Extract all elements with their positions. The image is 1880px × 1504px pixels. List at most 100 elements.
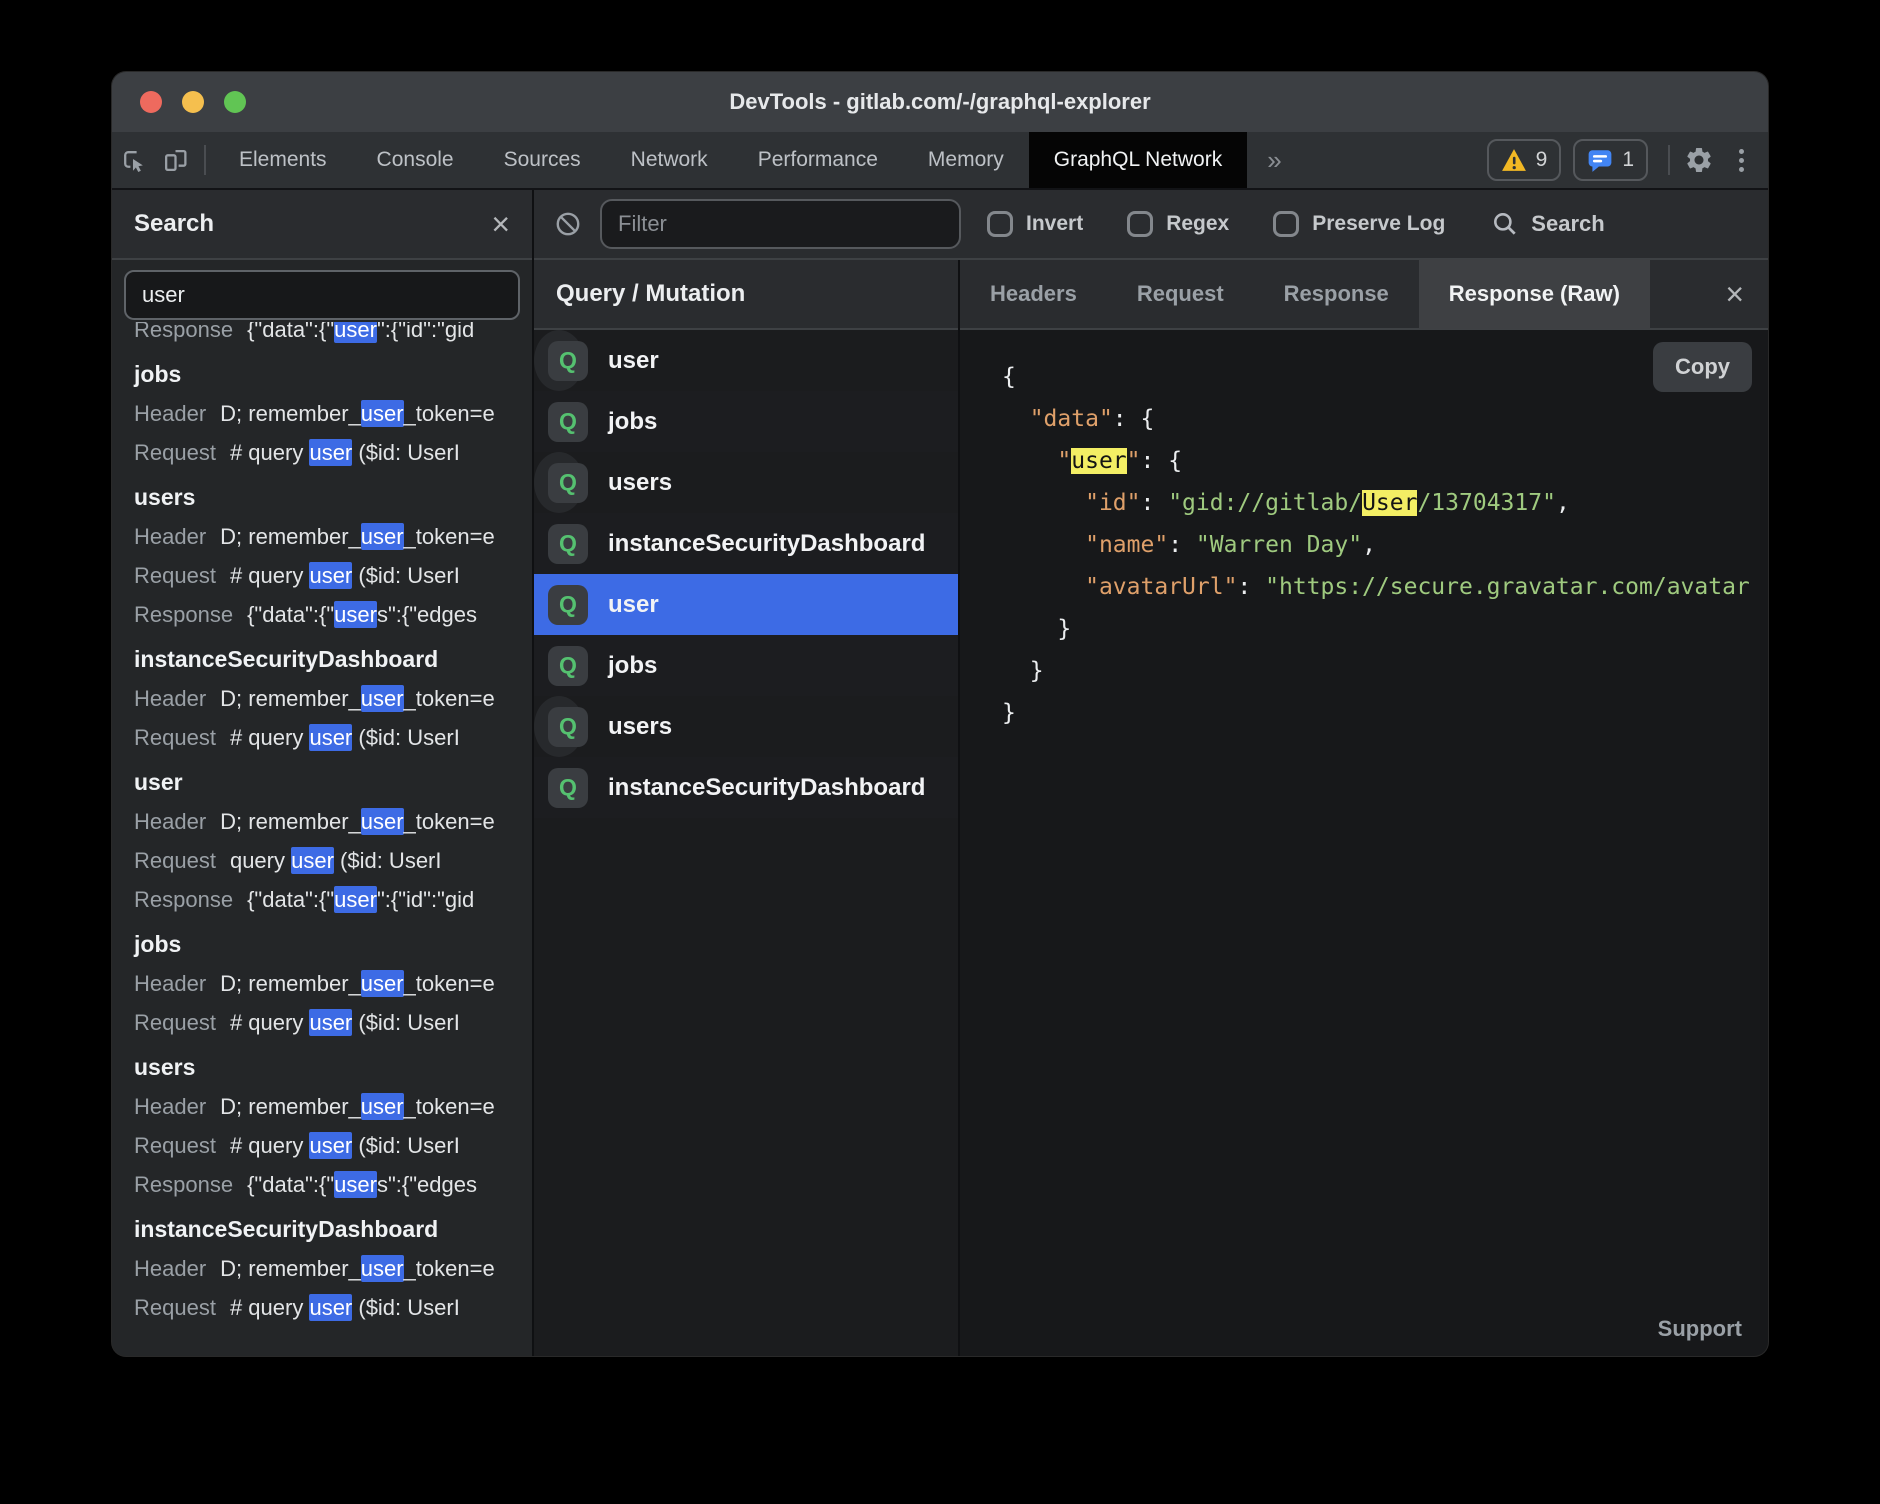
search-result-row[interactable]: Request# query user ($id: UserI (112, 556, 532, 595)
issues-warning-badge[interactable]: 9 (1487, 139, 1562, 181)
search-result-row[interactable]: Response{"data":{"users":{"edges (112, 1165, 532, 1204)
result-row-content: # query user ($id: UserI (230, 724, 460, 751)
regex-checkbox[interactable] (1127, 211, 1153, 237)
customize-devtools-menu-icon[interactable] (1720, 132, 1762, 188)
query-list-item-users[interactable]: Qusers (534, 452, 584, 513)
filter-option-invert[interactable]: Invert (987, 211, 1083, 237)
devtools-tab-elements[interactable]: Elements (214, 132, 352, 188)
search-match-highlight: user (309, 1132, 352, 1159)
titlebar: DevTools - gitlab.com/-/graphql-explorer (112, 72, 1768, 132)
close-search-panel-icon[interactable]: × (491, 208, 510, 240)
search-result-row[interactable]: Request# query user ($id: UserI (112, 1126, 532, 1165)
support-link[interactable]: Support (1658, 1316, 1742, 1342)
search-result-row[interactable]: Request# query user ($id: UserI (112, 433, 532, 472)
json-line: } (1002, 608, 1768, 650)
query-item-label: instanceSecurityDashboard (608, 530, 925, 558)
query-type-badge: Q (548, 646, 588, 686)
search-result-row[interactable]: Response{"data":{"user":{"id":"gid (112, 322, 532, 349)
devtools-tab-sources[interactable]: Sources (479, 132, 606, 188)
result-row-label: Response (134, 602, 233, 627)
query-list-item-user[interactable]: Quser (534, 574, 958, 635)
message-count: 1 (1622, 148, 1634, 172)
search-match-highlight: user (361, 685, 404, 712)
search-match-highlight: user (291, 847, 334, 874)
invert-checkbox[interactable] (987, 211, 1013, 237)
search-result-row[interactable]: HeaderD; remember_user_token=e (112, 802, 532, 841)
search-result-row[interactable]: Request# query user ($id: UserI (112, 718, 532, 757)
devtools-tab-performance[interactable]: Performance (733, 132, 903, 188)
result-row-content: # query user ($id: UserI (230, 1294, 460, 1321)
result-row-content: {"data":{"user":{"id":"gid (247, 322, 474, 343)
search-match-highlight: user (334, 1171, 377, 1198)
search-result-row[interactable]: HeaderD; remember_user_token=e (112, 517, 532, 556)
filter-option-preserve-log[interactable]: Preserve Log (1273, 211, 1445, 237)
close-detail-panel-icon[interactable]: × (1725, 278, 1768, 310)
search-result-row[interactable]: HeaderD; remember_user_token=e (112, 1087, 532, 1126)
request-detail-panel: HeadersRequestResponseResponse (Raw) × C… (960, 260, 1768, 1356)
query-list-item-instancesecuritydashboard[interactable]: QinstanceSecurityDashboard (534, 513, 958, 574)
search-result-row[interactable]: HeaderD; remember_user_token=e (112, 964, 532, 1003)
search-result-row[interactable]: Request# query user ($id: UserI (112, 1003, 532, 1042)
result-row-content: D; remember_user_token=e (220, 808, 495, 835)
query-list-item-jobs[interactable]: Qjobs (534, 635, 958, 696)
result-operation-name[interactable]: instanceSecurityDashboard (112, 640, 532, 679)
result-operation-name[interactable]: user (112, 763, 532, 802)
device-toolbar-icon[interactable] (154, 132, 196, 188)
result-row-content: D; remember_user_token=e (220, 523, 495, 550)
minimize-window-button[interactable] (182, 91, 204, 113)
result-operation-name[interactable]: users (112, 478, 532, 517)
query-list-item-user[interactable]: Quser (534, 330, 584, 391)
json-line: } (1002, 650, 1768, 692)
search-result-row[interactable]: Requestquery user ($id: UserI (112, 841, 532, 880)
search-result-row[interactable]: Request# query user ($id: UserI (112, 1288, 532, 1327)
devtools-tab-console[interactable]: Console (352, 132, 479, 188)
detail-tab-response-raw[interactable]: Response (Raw) (1419, 259, 1650, 329)
search-match-highlight: user (361, 1093, 404, 1120)
devtools-tab-bar: ElementsConsoleSourcesNetworkPerformance… (214, 132, 1247, 188)
search-match-highlight: user (309, 724, 352, 751)
search-panel-header: Search × (112, 190, 532, 260)
messages-badge[interactable]: 1 (1573, 139, 1648, 181)
close-window-button[interactable] (140, 91, 162, 113)
preserve-log-checkbox[interactable] (1273, 211, 1299, 237)
query-list-item-jobs[interactable]: Qjobs (534, 391, 958, 452)
devtools-tab-network[interactable]: Network (606, 132, 733, 188)
inspect-element-icon[interactable] (112, 132, 154, 188)
detail-tab-request[interactable]: Request (1107, 259, 1254, 329)
devtools-tab-graphql-network[interactable]: GraphQL Network (1029, 132, 1247, 188)
search-result-row[interactable]: Response{"data":{"user":{"id":"gid (112, 880, 532, 919)
maximize-window-button[interactable] (224, 91, 246, 113)
filter-option-regex[interactable]: Regex (1127, 211, 1229, 237)
devtools-tab-memory[interactable]: Memory (903, 132, 1029, 188)
result-operation-name[interactable]: instanceSecurityDashboard (112, 1210, 532, 1249)
detail-tab-response[interactable]: Response (1254, 259, 1419, 329)
query-list-item-users[interactable]: Qusers (534, 696, 584, 757)
clear-requests-icon[interactable] (550, 196, 586, 252)
search-input[interactable] (124, 270, 520, 320)
window-controls (140, 72, 246, 132)
search-result-section: jobsHeaderD; remember_user_token=eReques… (112, 925, 532, 1042)
search-match-highlight: user (309, 562, 352, 589)
devtools-toolbar: ElementsConsoleSourcesNetworkPerformance… (112, 132, 1768, 190)
result-row-label: Request (134, 440, 216, 465)
filter-search-button[interactable]: Search (1491, 210, 1604, 238)
search-result-row[interactable]: Response{"data":{"users":{"edges (112, 595, 532, 634)
result-operation-name[interactable]: jobs (112, 925, 532, 964)
search-result-row[interactable]: HeaderD; remember_user_token=e (112, 679, 532, 718)
result-operation-name[interactable]: users (112, 1048, 532, 1087)
query-list-item-instancesecuritydashboard[interactable]: QinstanceSecurityDashboard (534, 757, 958, 818)
copy-button[interactable]: Copy (1653, 342, 1752, 392)
warning-count: 9 (1536, 148, 1548, 172)
detail-tab-bar: HeadersRequestResponseResponse (Raw) × (960, 260, 1768, 330)
filter-input[interactable] (600, 199, 961, 249)
settings-gear-icon[interactable] (1678, 132, 1720, 188)
search-result-row[interactable]: HeaderD; remember_user_token=e (112, 394, 532, 433)
search-result-row[interactable]: HeaderD; remember_user_token=e (112, 1249, 532, 1288)
search-result-section: jobsHeaderD; remember_user_token=eReques… (112, 355, 532, 472)
search-results-list: Response{"data":{"user":{"id":"gidjobsHe… (112, 322, 532, 1356)
more-tabs-button[interactable]: » (1247, 132, 1301, 188)
detail-tab-headers[interactable]: Headers (960, 259, 1107, 329)
search-result-section: instanceSecurityDashboardHeaderD; rememb… (112, 640, 532, 757)
result-operation-name[interactable]: jobs (112, 355, 532, 394)
invert-label: Invert (1026, 212, 1083, 236)
